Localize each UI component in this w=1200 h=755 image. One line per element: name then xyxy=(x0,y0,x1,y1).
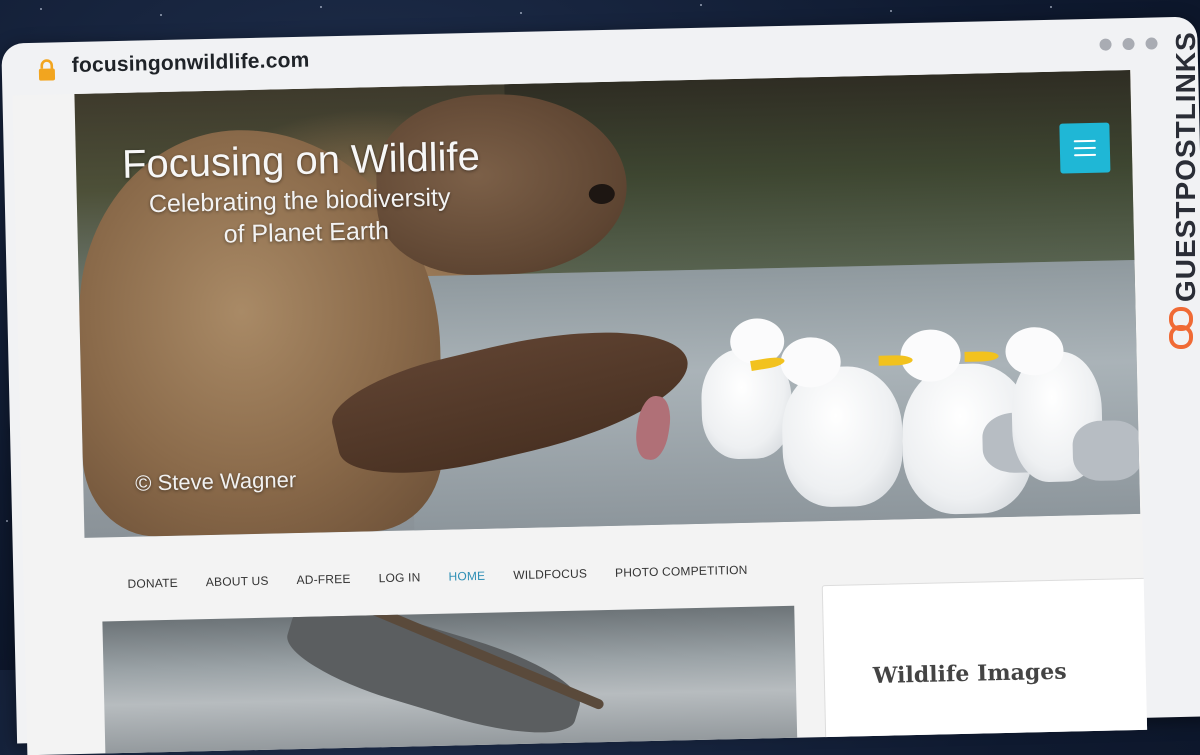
browser-window: focusingonwildlife.com Focusing on Wildl… xyxy=(1,16,1200,755)
site-title: Focusing on Wildlife xyxy=(121,134,481,187)
sidebar-widget: Wildlife Images xyxy=(821,577,1148,755)
gull-illustration xyxy=(780,365,904,508)
gull-wing-illustration xyxy=(1072,419,1141,482)
nav-item-log-in[interactable]: LOG IN xyxy=(378,570,420,585)
hamburger-menu-icon xyxy=(1073,146,1096,150)
address-bar-url[interactable]: focusingonwildlife.com xyxy=(72,49,310,78)
nav-item-ad-free[interactable]: AD-FREE xyxy=(296,572,350,587)
nav-item-home[interactable]: HOME xyxy=(448,569,485,584)
site-subtitle: of Planet Earth xyxy=(223,216,390,249)
hero-banner: Focusing on Wildlife Celebrating the bio… xyxy=(74,70,1141,538)
main-navigation: DONATE ABOUT US AD-FREE LOG IN HOME WILD… xyxy=(127,563,747,591)
photo-credit: © Steve Wagner xyxy=(134,467,297,496)
window-dot-icon[interactable] xyxy=(1122,37,1135,51)
guestpostlinks-brand-text: GUESTPOSTLINKS xyxy=(1170,31,1200,302)
widget-title: Wildlife Images xyxy=(872,658,1067,690)
window-dot-icon[interactable] xyxy=(1145,37,1158,50)
hamburger-menu-icon xyxy=(1073,139,1096,143)
hamburger-menu-button[interactable] xyxy=(1059,122,1111,174)
hamburger-menu-icon xyxy=(1074,153,1097,157)
guestpostlinks-logo-icon xyxy=(1169,307,1193,349)
nav-item-about-us[interactable]: ABOUT US xyxy=(206,574,269,589)
featured-post-image[interactable] xyxy=(102,605,798,755)
nav-item-photo-competition[interactable]: PHOTO COMPETITION xyxy=(615,563,748,580)
lock-icon xyxy=(38,59,56,81)
window-dot-icon[interactable] xyxy=(1099,38,1112,51)
nav-item-donate[interactable]: DONATE xyxy=(127,576,178,591)
page-viewport: Focusing on Wildlife Celebrating the bio… xyxy=(12,69,1148,755)
nav-item-wildfocus[interactable]: WILDFOCUS xyxy=(513,566,587,582)
window-controls xyxy=(1099,37,1158,51)
